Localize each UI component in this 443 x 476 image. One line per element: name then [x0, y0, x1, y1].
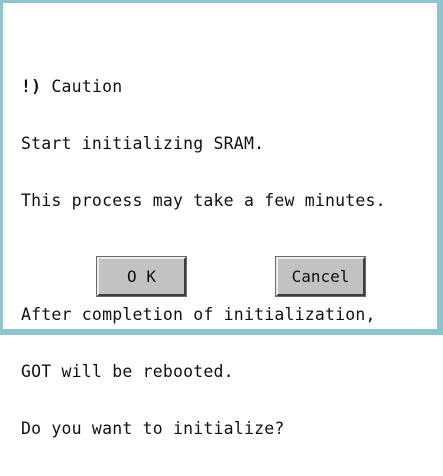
- ok-button[interactable]: O K: [96, 256, 187, 297]
- message-line: After completion of initialization,: [21, 305, 376, 324]
- caution-title: Caution: [41, 77, 123, 96]
- cancel-button[interactable]: Cancel: [275, 256, 366, 297]
- caution-heading: !) Caution: [21, 77, 386, 96]
- message-line: GOT will be rebooted.: [21, 362, 234, 381]
- caution-dialog: !) Caution Start initializing SRAM. This…: [0, 0, 443, 438]
- message-line: This process may take a few minutes.: [21, 191, 386, 210]
- caution-mark-icon: !): [21, 77, 42, 96]
- message-line: Start initializing SRAM.: [21, 134, 265, 153]
- message-line: Do you want to initialize?: [21, 419, 285, 438]
